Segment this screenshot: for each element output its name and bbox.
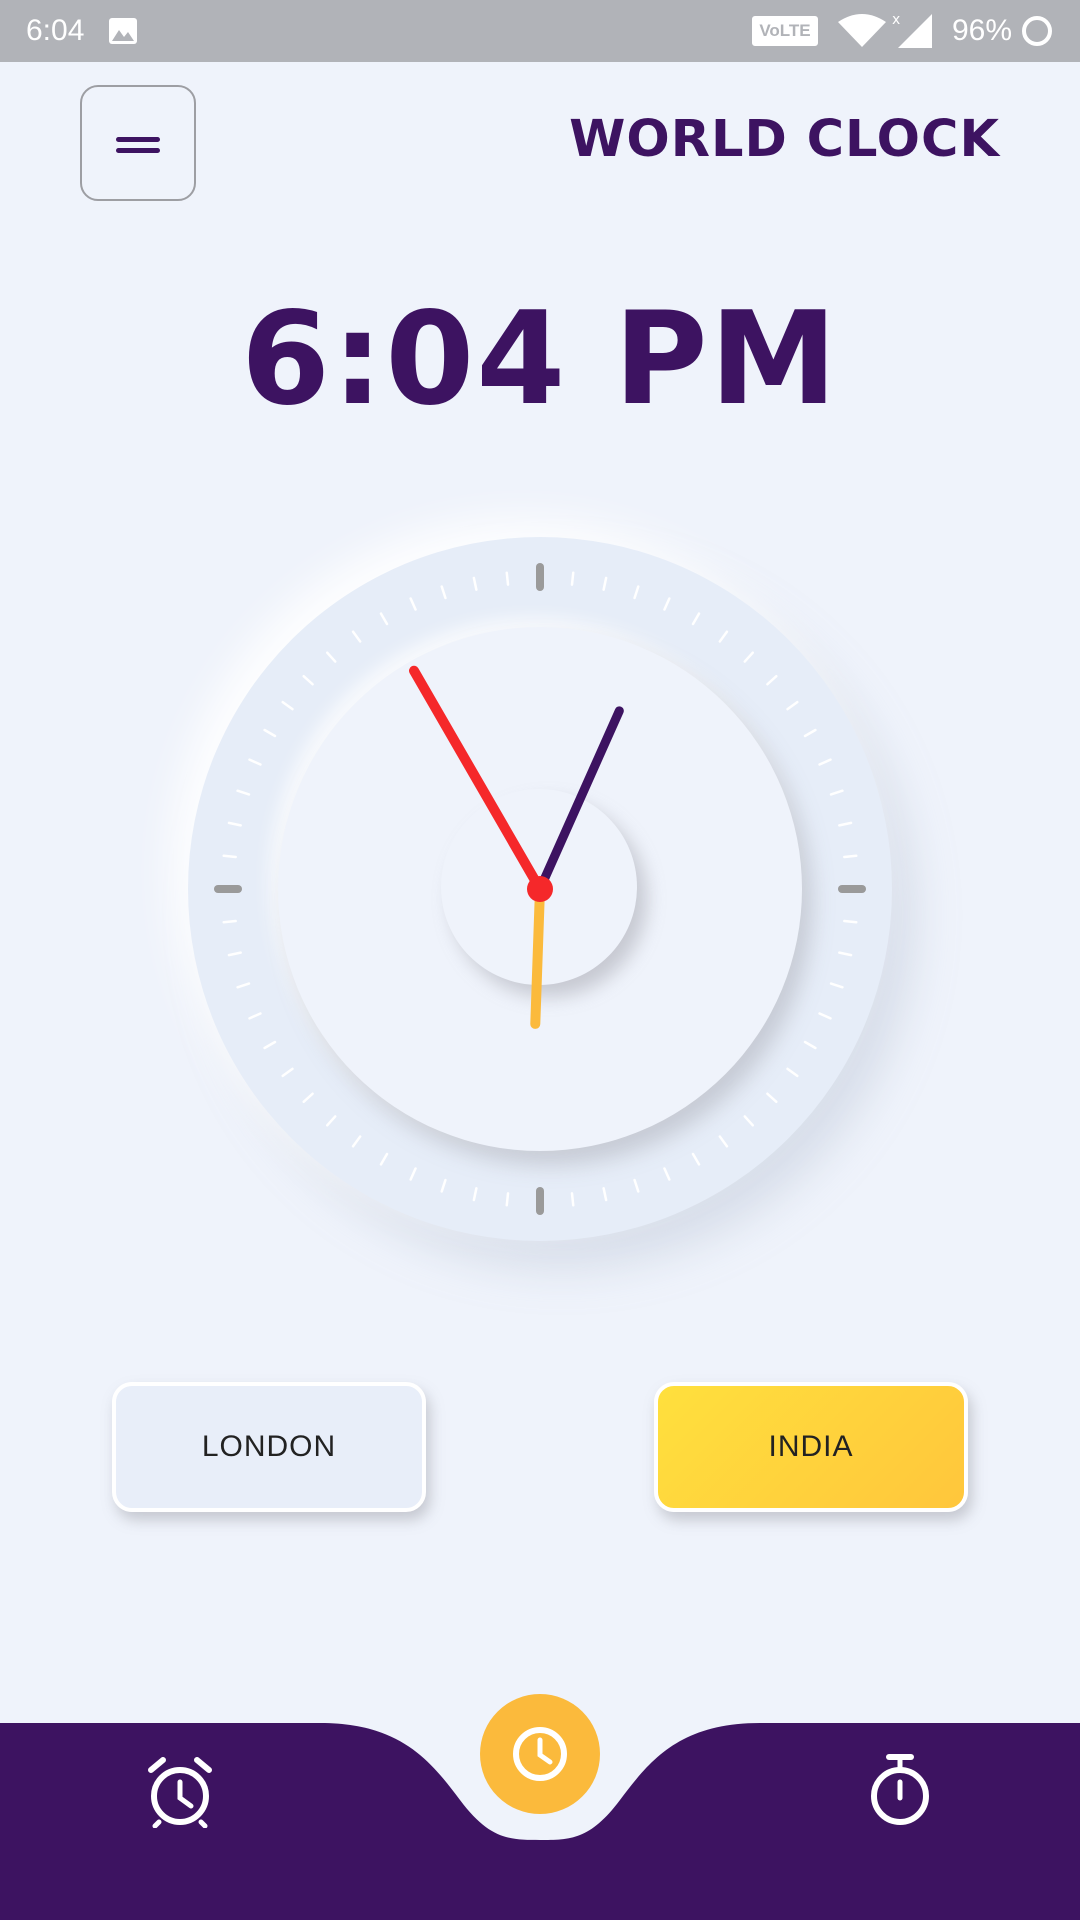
city-button-london[interactable]: LONDON bbox=[112, 1382, 426, 1512]
center-pin bbox=[527, 876, 553, 902]
volte-badge: VoLTE bbox=[752, 16, 818, 46]
hour-hand bbox=[530, 884, 545, 1029]
second-hand bbox=[409, 665, 545, 894]
digital-time: 6:04 PM bbox=[240, 285, 840, 434]
city-button-india[interactable]: INDIA bbox=[654, 1382, 968, 1512]
menu-button[interactable] bbox=[80, 85, 196, 201]
page-title: WORLD CLOCK bbox=[569, 110, 1000, 169]
menu-icon bbox=[116, 137, 160, 153]
status-bar: 6:04 VoLTE x 96% bbox=[0, 0, 1080, 62]
bottom-nav bbox=[0, 1694, 1080, 1920]
clock-hands bbox=[409, 665, 624, 1029]
analog-clock bbox=[188, 537, 892, 1241]
status-time: 6:04 bbox=[26, 14, 85, 47]
wifi-icon bbox=[838, 14, 886, 47]
signal-icon: x bbox=[892, 12, 932, 48]
alarm-icon[interactable] bbox=[145, 1756, 215, 1828]
clock-icon bbox=[513, 1727, 567, 1781]
battery-ring-icon bbox=[1022, 16, 1052, 46]
nav-clock-button[interactable] bbox=[480, 1694, 600, 1814]
image-icon bbox=[109, 18, 137, 44]
battery-percent: 96% bbox=[952, 14, 1013, 47]
minute-hand bbox=[535, 706, 624, 894]
stopwatch-icon[interactable] bbox=[865, 1752, 935, 1828]
svg-text:x: x bbox=[892, 12, 900, 28]
